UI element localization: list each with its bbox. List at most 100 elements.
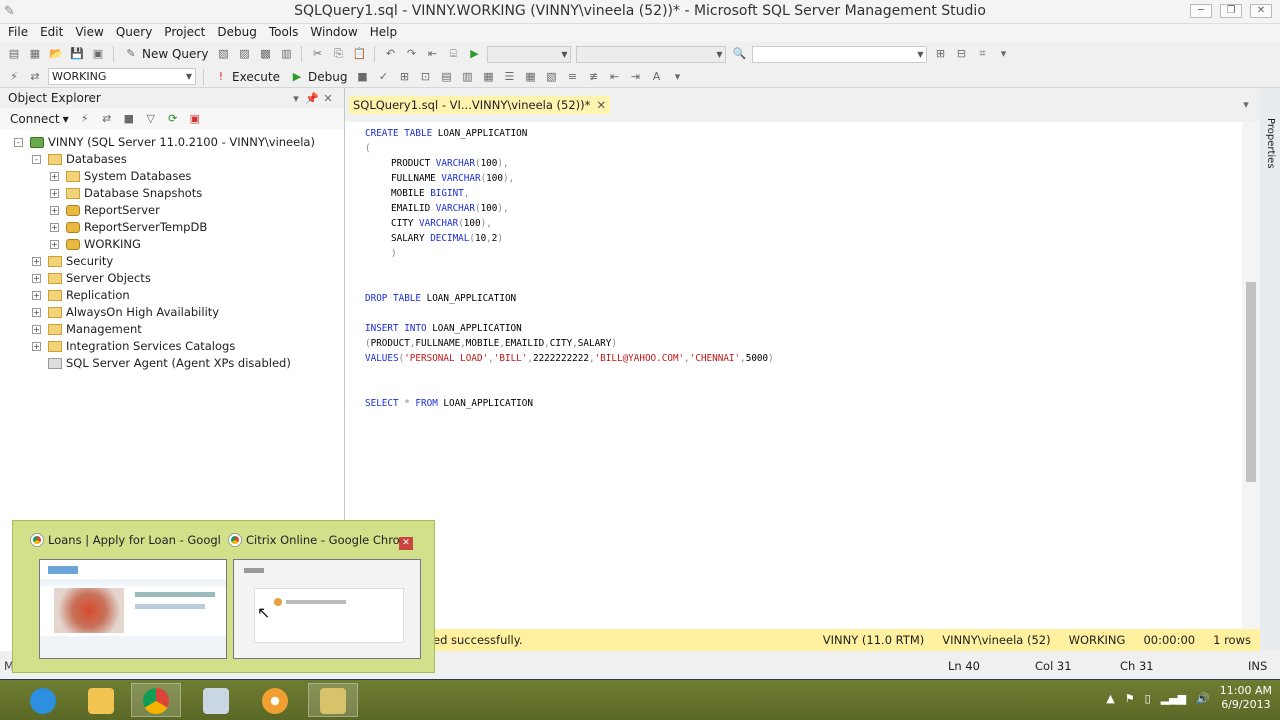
query-designer-icon[interactable]: ⊡ bbox=[417, 69, 433, 85]
sql-code[interactable]: CREATE TABLE LOAN_APPLICATION (PRODUCT VA… bbox=[365, 126, 1240, 411]
close-button[interactable]: ✕ bbox=[1250, 4, 1272, 18]
database-select[interactable]: WORKING ▼ bbox=[48, 68, 196, 85]
properties-side-tab[interactable]: Properties bbox=[1260, 88, 1280, 668]
copy-icon[interactable]: ⎘ bbox=[330, 46, 346, 62]
paint-taskbar-button[interactable] bbox=[191, 683, 241, 717]
connect-object-icon[interactable]: ⚡ bbox=[77, 111, 93, 127]
navigate-icon[interactable]: ⇤ bbox=[424, 46, 440, 62]
toolbar-options-icon[interactable]: ▾ bbox=[669, 69, 685, 85]
close-tab-icon[interactable]: ✕ bbox=[596, 96, 606, 114]
minimize-button[interactable]: ─ bbox=[1190, 4, 1212, 18]
collapse-icon[interactable]: - bbox=[14, 138, 23, 147]
menu-view[interactable]: View bbox=[71, 24, 107, 42]
expand-icon[interactable]: + bbox=[50, 223, 59, 232]
include-plan-icon[interactable]: ▥ bbox=[459, 69, 475, 85]
tree-node[interactable]: - VINNY (SQL Server 11.0.2100 - VINNY\vin… bbox=[0, 134, 344, 151]
open-file-icon[interactable]: 📂 bbox=[48, 46, 64, 62]
solution-icon[interactable]: ⌸ bbox=[445, 46, 461, 62]
tree-node[interactable]: + System Databases bbox=[0, 168, 344, 185]
refresh-icon[interactable]: ⟳ bbox=[165, 111, 181, 127]
registered-servers-icon[interactable]: ⊞ bbox=[932, 46, 948, 62]
query-tab[interactable]: SQLQuery1.sql - VI...VINNY\vineela (52))… bbox=[349, 96, 611, 114]
menu-file[interactable]: File bbox=[4, 24, 32, 42]
volume-icon[interactable]: 🔊 bbox=[1196, 692, 1210, 705]
paste-icon[interactable]: 📋 bbox=[351, 46, 367, 62]
expand-icon[interactable]: + bbox=[32, 274, 41, 283]
results-grid-icon[interactable]: ▦ bbox=[522, 69, 538, 85]
menu-debug[interactable]: Debug bbox=[213, 24, 260, 42]
stop-icon[interactable]: ■ bbox=[121, 111, 137, 127]
summary-icon[interactable]: ▣ bbox=[187, 111, 203, 127]
network-icon[interactable]: ▂▄▆ bbox=[1161, 692, 1186, 705]
app-taskbar-button[interactable] bbox=[250, 683, 300, 717]
close-icon[interactable]: ✕ bbox=[320, 91, 336, 107]
tab-list-icon[interactable]: ▾ bbox=[1238, 97, 1254, 113]
tree-node[interactable]: SQL Server Agent (Agent XPs disabled) bbox=[0, 355, 344, 372]
maximize-button[interactable]: ❐ bbox=[1220, 4, 1242, 18]
pin-icon[interactable]: 📌 bbox=[304, 91, 320, 107]
expand-icon[interactable]: + bbox=[50, 172, 59, 181]
ie-taskbar-button[interactable] bbox=[18, 683, 68, 717]
menu-project[interactable]: Project bbox=[160, 24, 209, 42]
tree-node[interactable]: + Management bbox=[0, 321, 344, 338]
analysis-query-icon[interactable]: ▨ bbox=[236, 46, 252, 62]
menu-help[interactable]: Help bbox=[366, 24, 401, 42]
save-all-icon[interactable]: ▣ bbox=[90, 46, 106, 62]
tree-node[interactable]: + Replication bbox=[0, 287, 344, 304]
filter-icon[interactable]: ▽ bbox=[143, 111, 159, 127]
expand-icon[interactable]: + bbox=[32, 291, 41, 300]
estimated-plan-icon[interactable]: ⊞ bbox=[396, 69, 412, 85]
chrome-taskbar-button[interactable] bbox=[131, 683, 181, 717]
uncomment-icon[interactable]: ≢ bbox=[585, 69, 601, 85]
disconnect-icon[interactable]: ⇄ bbox=[99, 111, 115, 127]
explorer-taskbar-button[interactable] bbox=[76, 683, 126, 717]
connect-dropdown[interactable]: Connect ▼ bbox=[8, 112, 71, 126]
change-connection-icon[interactable]: ⇄ bbox=[27, 69, 43, 85]
cut-icon[interactable]: ✂ bbox=[309, 46, 325, 62]
tree-node[interactable]: + Integration Services Catalogs bbox=[0, 338, 344, 355]
redo-icon[interactable]: ↷ bbox=[403, 46, 419, 62]
preview-citrix[interactable]: Citrix Online - Google Chro... ✕ bbox=[223, 531, 421, 661]
solution-configurations-combo[interactable]: ▼ bbox=[487, 45, 572, 63]
increase-indent-icon[interactable]: ⇥ bbox=[627, 69, 643, 85]
tree-node[interactable]: + ReportServer bbox=[0, 202, 344, 219]
template-icon[interactable]: ⌗ bbox=[974, 46, 990, 62]
intellisense-icon[interactable]: ▤ bbox=[438, 69, 454, 85]
expand-icon[interactable]: + bbox=[50, 206, 59, 215]
dropdown-icon[interactable]: ▾ bbox=[288, 91, 304, 107]
add-item-icon[interactable]: ▦ bbox=[27, 46, 43, 62]
find-icon[interactable]: 🔍 bbox=[731, 46, 747, 62]
database-engine-query-icon[interactable]: ▧ bbox=[215, 46, 231, 62]
show-hidden-icons-icon[interactable]: ▲ bbox=[1106, 692, 1114, 705]
new-project-icon[interactable]: ▤ bbox=[6, 46, 22, 62]
tree-node[interactable]: + Server Objects bbox=[0, 270, 344, 287]
preview-loans[interactable]: Loans | Apply for Loan - Google... bbox=[25, 531, 227, 661]
xmla-query-icon[interactable]: ▥ bbox=[278, 46, 294, 62]
mdx-query-icon[interactable]: ▩ bbox=[257, 46, 273, 62]
undo-icon[interactable]: ↶ bbox=[382, 46, 398, 62]
menu-window[interactable]: Window bbox=[306, 24, 361, 42]
toolbar-options-icon[interactable]: ▾ bbox=[995, 46, 1011, 62]
expand-icon[interactable]: + bbox=[32, 308, 41, 317]
clock[interactable]: 11:00 AM 6/9/2013 bbox=[1220, 684, 1272, 712]
expand-icon[interactable]: + bbox=[50, 240, 59, 249]
parse-icon[interactable]: ✓ bbox=[375, 69, 391, 85]
collapse-icon[interactable]: - bbox=[32, 155, 41, 164]
decrease-indent-icon[interactable]: ⇤ bbox=[606, 69, 622, 85]
menu-edit[interactable]: Edit bbox=[36, 24, 67, 42]
menu-tools[interactable]: Tools bbox=[265, 24, 303, 42]
device-icon[interactable]: ▯ bbox=[1145, 692, 1151, 705]
tree-node[interactable]: + AlwaysOn High Availability bbox=[0, 304, 344, 321]
new-query-button[interactable]: ✎ New Query bbox=[121, 46, 210, 62]
start-debug-icon[interactable]: ▶ bbox=[466, 46, 482, 62]
menu-query[interactable]: Query bbox=[112, 24, 156, 42]
expand-icon[interactable]: + bbox=[32, 342, 41, 351]
close-preview-icon[interactable]: ✕ bbox=[399, 537, 413, 550]
object-explorer-icon[interactable]: ⊟ bbox=[953, 46, 969, 62]
ssms-taskbar-button[interactable] bbox=[308, 683, 358, 717]
tree-node[interactable]: + Database Snapshots bbox=[0, 185, 344, 202]
results-file-icon[interactable]: ▧ bbox=[543, 69, 559, 85]
tree-node[interactable]: + ReportServerTempDB bbox=[0, 219, 344, 236]
solution-platforms-combo[interactable]: ▼ bbox=[576, 45, 727, 63]
comment-icon[interactable]: ≡ bbox=[564, 69, 580, 85]
